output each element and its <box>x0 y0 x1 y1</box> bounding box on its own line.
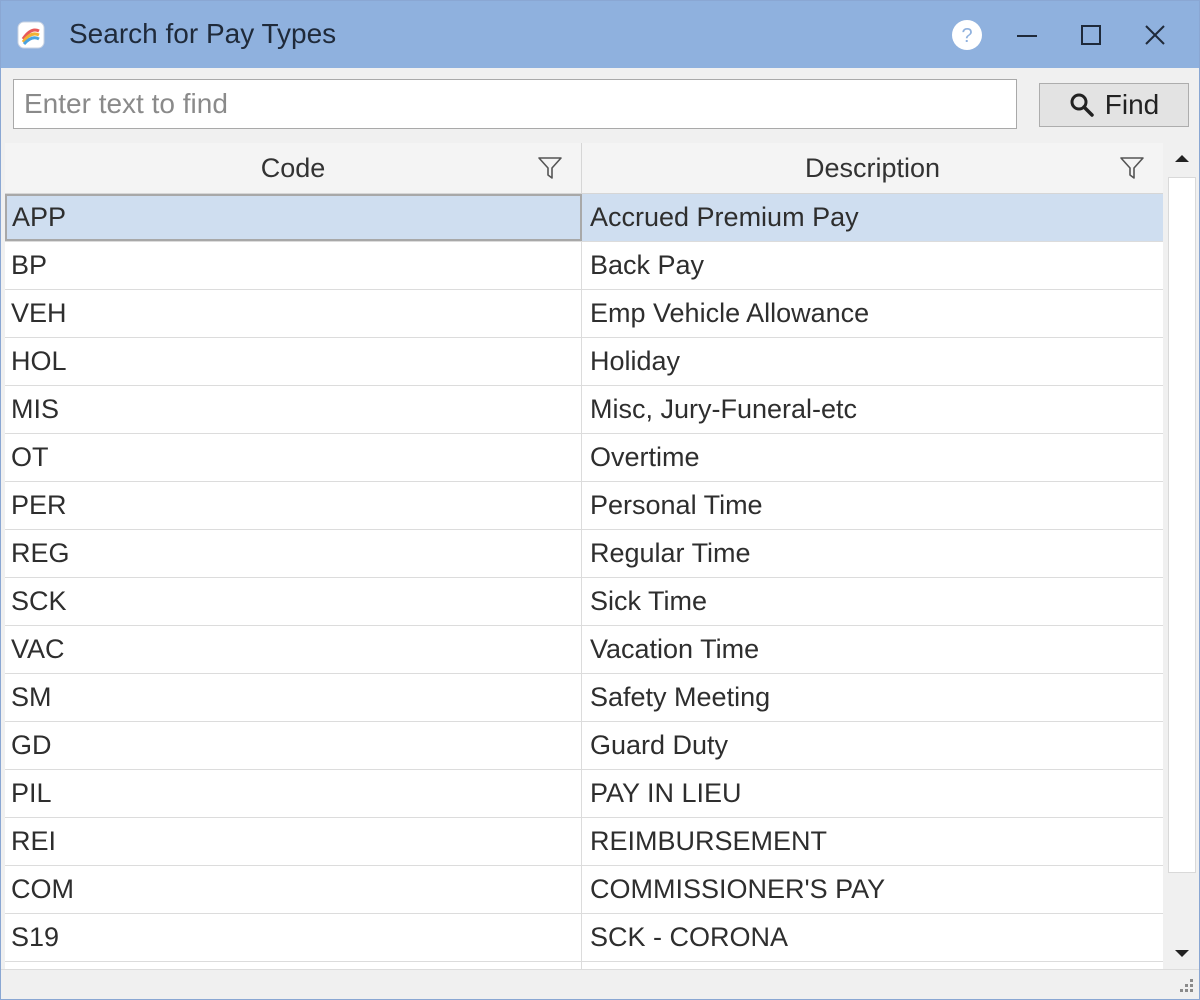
description-cell[interactable] <box>582 962 1163 969</box>
description-cell[interactable]: REIMBURSEMENT <box>582 818 1163 865</box>
close-icon[interactable] <box>1135 15 1175 55</box>
description-cell[interactable]: Overtime <box>582 434 1163 481</box>
table-row[interactable]: VEH Emp Vehicle Allowance <box>5 290 1163 338</box>
resize-grip-icon[interactable] <box>1175 976 1195 996</box>
description-cell[interactable]: COMMISSIONER'S PAY <box>582 866 1163 913</box>
code-cell[interactable]: VEH <box>5 290 582 337</box>
table-row[interactable]: VAC Vacation Time <box>5 626 1163 674</box>
code-cell[interactable]: COM <box>5 866 582 913</box>
code-cell[interactable]: HOL <box>5 338 582 385</box>
filter-icon[interactable] <box>1119 155 1145 181</box>
description-cell[interactable]: Back Pay <box>582 242 1163 289</box>
table-row[interactable]: PIL PAY IN LIEU <box>5 770 1163 818</box>
code-cell[interactable]: PER <box>5 482 582 529</box>
maximize-icon[interactable] <box>1071 15 1111 55</box>
table-row[interactable] <box>5 962 1163 969</box>
code-cell[interactable]: BP <box>5 242 582 289</box>
scroll-down-button[interactable] <box>1165 939 1199 969</box>
table-row[interactable]: MIS Misc, Jury-Funeral-etc <box>5 386 1163 434</box>
code-cell[interactable]: GD <box>5 722 582 769</box>
search-pay-types-window: Search for Pay Types ? Find Code <box>0 0 1200 1000</box>
description-cell[interactable]: Vacation Time <box>582 626 1163 673</box>
minimize-icon[interactable] <box>1007 15 1047 55</box>
code-cell[interactable]: VAC <box>5 626 582 673</box>
code-cell[interactable]: PIL <box>5 770 582 817</box>
app-logo-icon <box>17 21 45 49</box>
table-row[interactable]: OT Overtime <box>5 434 1163 482</box>
table-row[interactable]: REI REIMBURSEMENT <box>5 818 1163 866</box>
table-row[interactable]: HOL Holiday <box>5 338 1163 386</box>
description-cell[interactable]: Holiday <box>582 338 1163 385</box>
search-input[interactable] <box>13 79 1017 129</box>
table-row[interactable]: S19 SCK - CORONA <box>5 914 1163 962</box>
table-row[interactable]: APP Accrued Premium Pay <box>5 194 1163 242</box>
code-cell[interactable]: S19 <box>5 914 582 961</box>
description-cell[interactable]: SCK - CORONA <box>582 914 1163 961</box>
column-header-label: Description <box>804 152 941 183</box>
triangle-up-icon <box>1175 155 1189 162</box>
table-row[interactable]: COM COMMISSIONER'S PAY <box>5 866 1163 914</box>
table-row[interactable]: REG Regular Time <box>5 530 1163 578</box>
search-icon <box>1070 93 1094 117</box>
window-title: Search for Pay Types <box>69 18 337 49</box>
description-cell[interactable]: Personal Time <box>582 482 1163 529</box>
code-cell[interactable]: SM <box>5 674 582 721</box>
scroll-up-button[interactable] <box>1165 143 1199 173</box>
column-header-label: Code <box>260 152 326 183</box>
description-cell[interactable]: Emp Vehicle Allowance <box>582 290 1163 337</box>
table-row[interactable]: PER Personal Time <box>5 482 1163 530</box>
title-bar[interactable]: Search for Pay Types ? <box>1 1 1199 68</box>
description-cell[interactable]: Misc, Jury-Funeral-etc <box>582 386 1163 433</box>
column-header-code[interactable]: Code <box>5 143 582 193</box>
table-row[interactable]: BP Back Pay <box>5 242 1163 290</box>
status-bar <box>1 969 1199 999</box>
description-cell[interactable]: PAY IN LIEU <box>582 770 1163 817</box>
table-row[interactable]: SM Safety Meeting <box>5 674 1163 722</box>
code-cell[interactable]: REG <box>5 530 582 577</box>
code-cell[interactable]: APP <box>5 194 582 241</box>
column-header-description[interactable]: Description <box>582 143 1163 193</box>
table-row[interactable]: GD Guard Duty <box>5 722 1163 770</box>
code-cell[interactable]: OT <box>5 434 582 481</box>
description-cell[interactable]: Regular Time <box>582 530 1163 577</box>
grid-header: Code Description <box>5 143 1163 194</box>
help-icon[interactable]: ? <box>947 15 987 55</box>
code-cell[interactable]: MIS <box>5 386 582 433</box>
description-cell[interactable]: Sick Time <box>582 578 1163 625</box>
code-cell[interactable]: SCK <box>5 578 582 625</box>
filter-icon[interactable] <box>537 155 563 181</box>
table-row[interactable]: SCK Sick Time <box>5 578 1163 626</box>
description-cell[interactable]: Guard Duty <box>582 722 1163 769</box>
grid-rows: APP Accrued Premium Pay BP Back Pay VEH … <box>5 194 1163 969</box>
scrollbar-thumb[interactable] <box>1168 177 1196 873</box>
code-cell[interactable]: REI <box>5 818 582 865</box>
find-button-label: Find <box>1104 89 1160 120</box>
find-button[interactable]: Find <box>1039 83 1189 127</box>
description-cell[interactable]: Safety Meeting <box>582 674 1163 721</box>
pay-types-grid: Code Description APP Accrued Premium Pay… <box>5 143 1163 969</box>
description-cell[interactable]: Accrued Premium Pay <box>582 194 1163 241</box>
triangle-down-icon <box>1175 950 1189 957</box>
vertical-scrollbar[interactable] <box>1165 143 1199 969</box>
svg-text:?: ? <box>961 25 972 47</box>
code-cell[interactable] <box>5 962 582 969</box>
